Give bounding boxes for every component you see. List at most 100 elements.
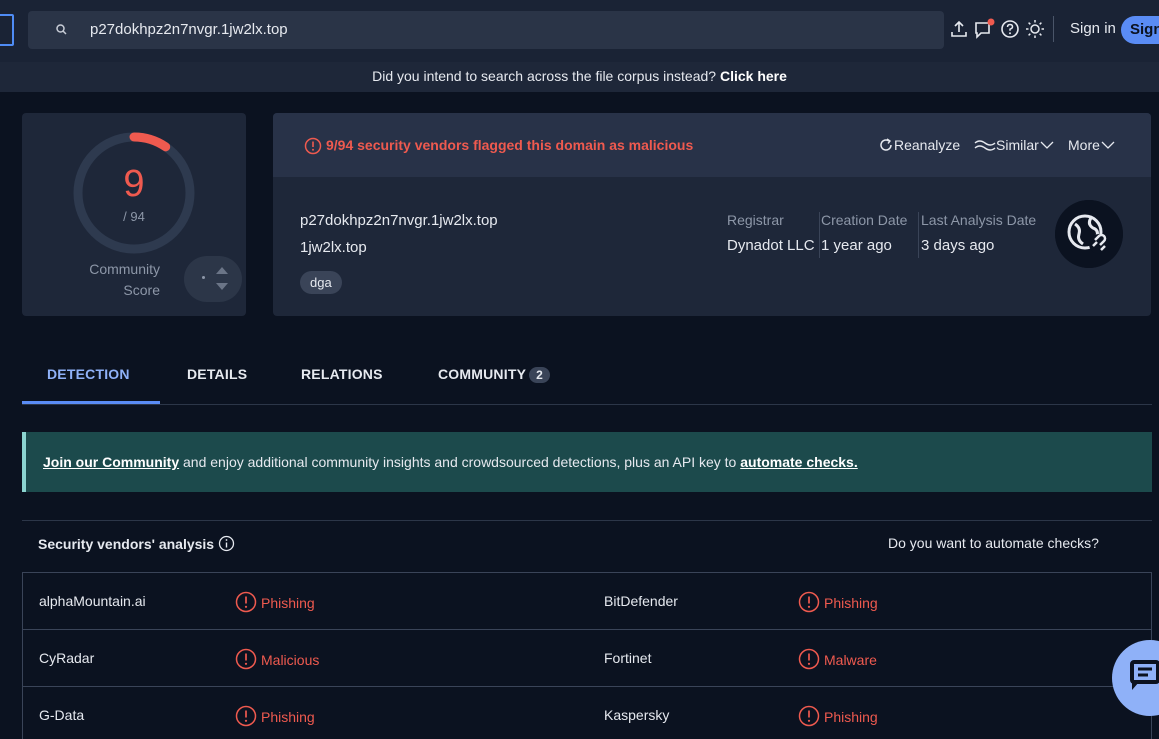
vendor-result: Malicious — [235, 648, 319, 670]
vendors-table: alphaMountain.ai Phishing BitDefender Ph… — [22, 572, 1152, 739]
vendors-divider — [22, 520, 1152, 521]
alert-icon — [235, 591, 257, 613]
more-button[interactable]: More — [1068, 137, 1116, 153]
search-bar[interactable]: p27dokhpz2n7nvgr.1jw2lx.top — [28, 11, 944, 49]
automate-checks-link[interactable]: automate checks. — [740, 454, 858, 470]
last-analysis-value: 3 days ago — [921, 237, 995, 254]
creation-date-label: Creation Date — [821, 212, 908, 228]
upload-icon[interactable] — [948, 18, 970, 40]
last-analysis-field: Last Analysis Date 3 days ago — [921, 212, 1036, 254]
similar-icon — [974, 140, 996, 151]
vendor-name: alphaMountain.ai — [39, 593, 146, 609]
similar-label: Similar — [996, 137, 1039, 153]
tag-badge[interactable]: dga — [300, 271, 342, 294]
detection-score-card: 9 / 94 Community Score — [22, 113, 246, 316]
notifications-icon[interactable] — [973, 18, 995, 40]
sign-in-link[interactable]: Sign in — [1070, 20, 1116, 37]
vendor-result: Phishing — [235, 705, 315, 727]
alert-icon — [304, 137, 322, 155]
vendor-name: Fortinet — [604, 650, 652, 666]
meta-divider — [819, 212, 820, 258]
upvote-icon[interactable] — [216, 267, 228, 274]
theme-toggle-icon[interactable] — [1024, 18, 1046, 40]
table-row: G-Data Phishing Kaspersky Phishing — [23, 687, 1151, 739]
globe-link-icon — [1055, 200, 1123, 268]
corpus-notice: Did you intend to search across the file… — [0, 62, 1159, 92]
meta-divider — [918, 212, 919, 258]
vendor-result-label: Phishing — [261, 595, 315, 611]
vendors-title: Security vendors' analysis — [38, 536, 215, 552]
logo-icon[interactable] — [0, 14, 14, 46]
sign-up-button[interactable]: Sign — [1121, 16, 1159, 44]
help-icon[interactable] — [999, 18, 1021, 40]
search-input[interactable]: p27dokhpz2n7nvgr.1jw2lx.top — [90, 21, 288, 38]
automate-checks-prompt[interactable]: Do you want to automate checks? — [888, 535, 1099, 551]
notice-text: Did you intend to search across the file… — [372, 68, 720, 84]
vendor-result-label: Phishing — [824, 709, 878, 725]
reanalyze-icon — [880, 138, 892, 151]
chevron-down-icon — [1101, 141, 1115, 149]
vendor-name: BitDefender — [604, 593, 678, 609]
reanalyze-button[interactable]: Reanalyze — [878, 137, 960, 153]
table-row: CyRadar Malicious Fortinet Malware — [23, 630, 1151, 687]
vendor-result-label: Malware — [824, 652, 877, 668]
registrar-value: Dynadot LLC — [727, 237, 815, 254]
community-label-line2: Score — [123, 282, 160, 298]
community-label-line1: Community — [89, 261, 160, 277]
parent-domain[interactable]: 1jw2lx.top — [300, 239, 367, 256]
vendor-name: CyRadar — [39, 650, 95, 666]
summary-header: 9/94 security vendors flagged this domai… — [273, 113, 1151, 177]
domain-summary-card: 9/94 security vendors flagged this domai… — [273, 113, 1151, 316]
tab-community-label: COMMUNITY — [438, 366, 527, 382]
vendor-result: Phishing — [798, 591, 878, 613]
alert-icon — [798, 705, 820, 727]
info-icon[interactable] — [218, 535, 235, 552]
domain-name[interactable]: p27dokhpz2n7nvgr.1jw2lx.top — [300, 212, 498, 229]
more-label: More — [1068, 137, 1100, 153]
search-icon — [56, 24, 67, 35]
tab-relations[interactable]: RELATIONS — [301, 366, 383, 382]
community-score-label: Community Score — [60, 259, 160, 301]
vendor-result-label: Malicious — [261, 652, 320, 668]
vendor-name: Kaspersky — [604, 707, 670, 723]
vendor-name: G-Data — [39, 707, 85, 723]
creation-date-field: Creation Date 1 year ago — [821, 212, 907, 254]
community-banner: Join our Community and enjoy additional … — [22, 432, 1152, 492]
downvote-icon[interactable] — [216, 283, 228, 290]
tab-detection[interactable]: DETECTION — [47, 366, 130, 382]
alert-icon — [235, 648, 257, 670]
flagged-summary: 9/94 security vendors flagged this domai… — [326, 137, 694, 153]
click-here-link[interactable]: Click here — [720, 68, 787, 84]
toolbar-divider — [1053, 16, 1054, 42]
alert-icon — [235, 705, 257, 727]
chevron-down-icon — [1040, 141, 1054, 149]
community-count-badge: 2 — [529, 367, 550, 383]
vendors-heading: Security vendors' analysis — [38, 535, 235, 552]
vote-dot — [202, 276, 205, 279]
similar-button[interactable]: Similar — [974, 137, 1055, 153]
vendor-result-label: Phishing — [824, 595, 878, 611]
score-value: 9 — [123, 163, 145, 205]
reanalyze-label: Reanalyze — [894, 137, 961, 153]
last-analysis-label: Last Analysis Date — [921, 212, 1037, 228]
score-denominator: / 94 — [123, 209, 145, 224]
vendor-result: Phishing — [798, 705, 878, 727]
vendor-result: Phishing — [235, 591, 315, 613]
table-row: alphaMountain.ai Phishing BitDefender Ph… — [23, 573, 1151, 630]
alert-icon — [798, 591, 820, 613]
top-bar: p27dokhpz2n7nvgr.1jw2lx.top Sign in Sign — [0, 0, 1159, 62]
tab-community[interactable]: COMMUNITY 2 — [438, 366, 550, 383]
registrar-field: Registrar Dynadot LLC — [727, 212, 815, 254]
alert-icon — [798, 648, 820, 670]
vendor-result: Malware — [798, 648, 877, 670]
community-vote-control[interactable] — [184, 256, 242, 302]
banner-middle-text: and enjoy additional community insights … — [179, 454, 741, 470]
tab-details[interactable]: DETAILS — [187, 366, 247, 382]
vendor-result-label: Phishing — [261, 709, 315, 725]
join-community-link[interactable]: Join our Community — [43, 454, 179, 470]
tabs-divider — [22, 404, 1152, 405]
registrar-label: Registrar — [727, 212, 784, 228]
chat-icon — [1130, 660, 1159, 690]
creation-date-value: 1 year ago — [821, 237, 892, 254]
banner-text: Join our Community and enjoy additional … — [43, 454, 858, 470]
